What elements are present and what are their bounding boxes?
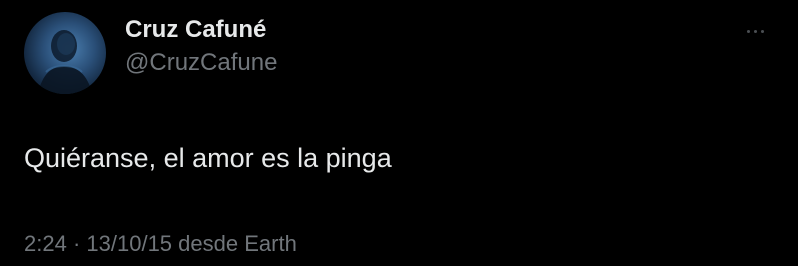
avatar[interactable] [24, 12, 106, 94]
author-block: Cruz Cafuné @CruzCafune [125, 15, 277, 78]
more-horizontal-icon [745, 29, 766, 33]
tweet-date[interactable]: 13/10/15 [86, 231, 172, 256]
meta-separator: · [72, 231, 81, 256]
profile-photo-icon [38, 30, 92, 94]
tweet-time[interactable]: 2:24 [24, 231, 67, 256]
author-handle[interactable]: @CruzCafune [125, 48, 277, 78]
tweet-card: Cruz Cafuné @CruzCafune Quiéranse, el am… [0, 0, 798, 266]
more-options-button[interactable] [738, 20, 772, 42]
tweet-metadata: 2:24 · 13/10/15 desde Earth [24, 230, 297, 258]
tweet-source: desde Earth [178, 231, 297, 256]
tweet-text: Quiéranse, el amor es la pinga [24, 143, 392, 173]
author-display-name[interactable]: Cruz Cafuné [125, 15, 277, 45]
